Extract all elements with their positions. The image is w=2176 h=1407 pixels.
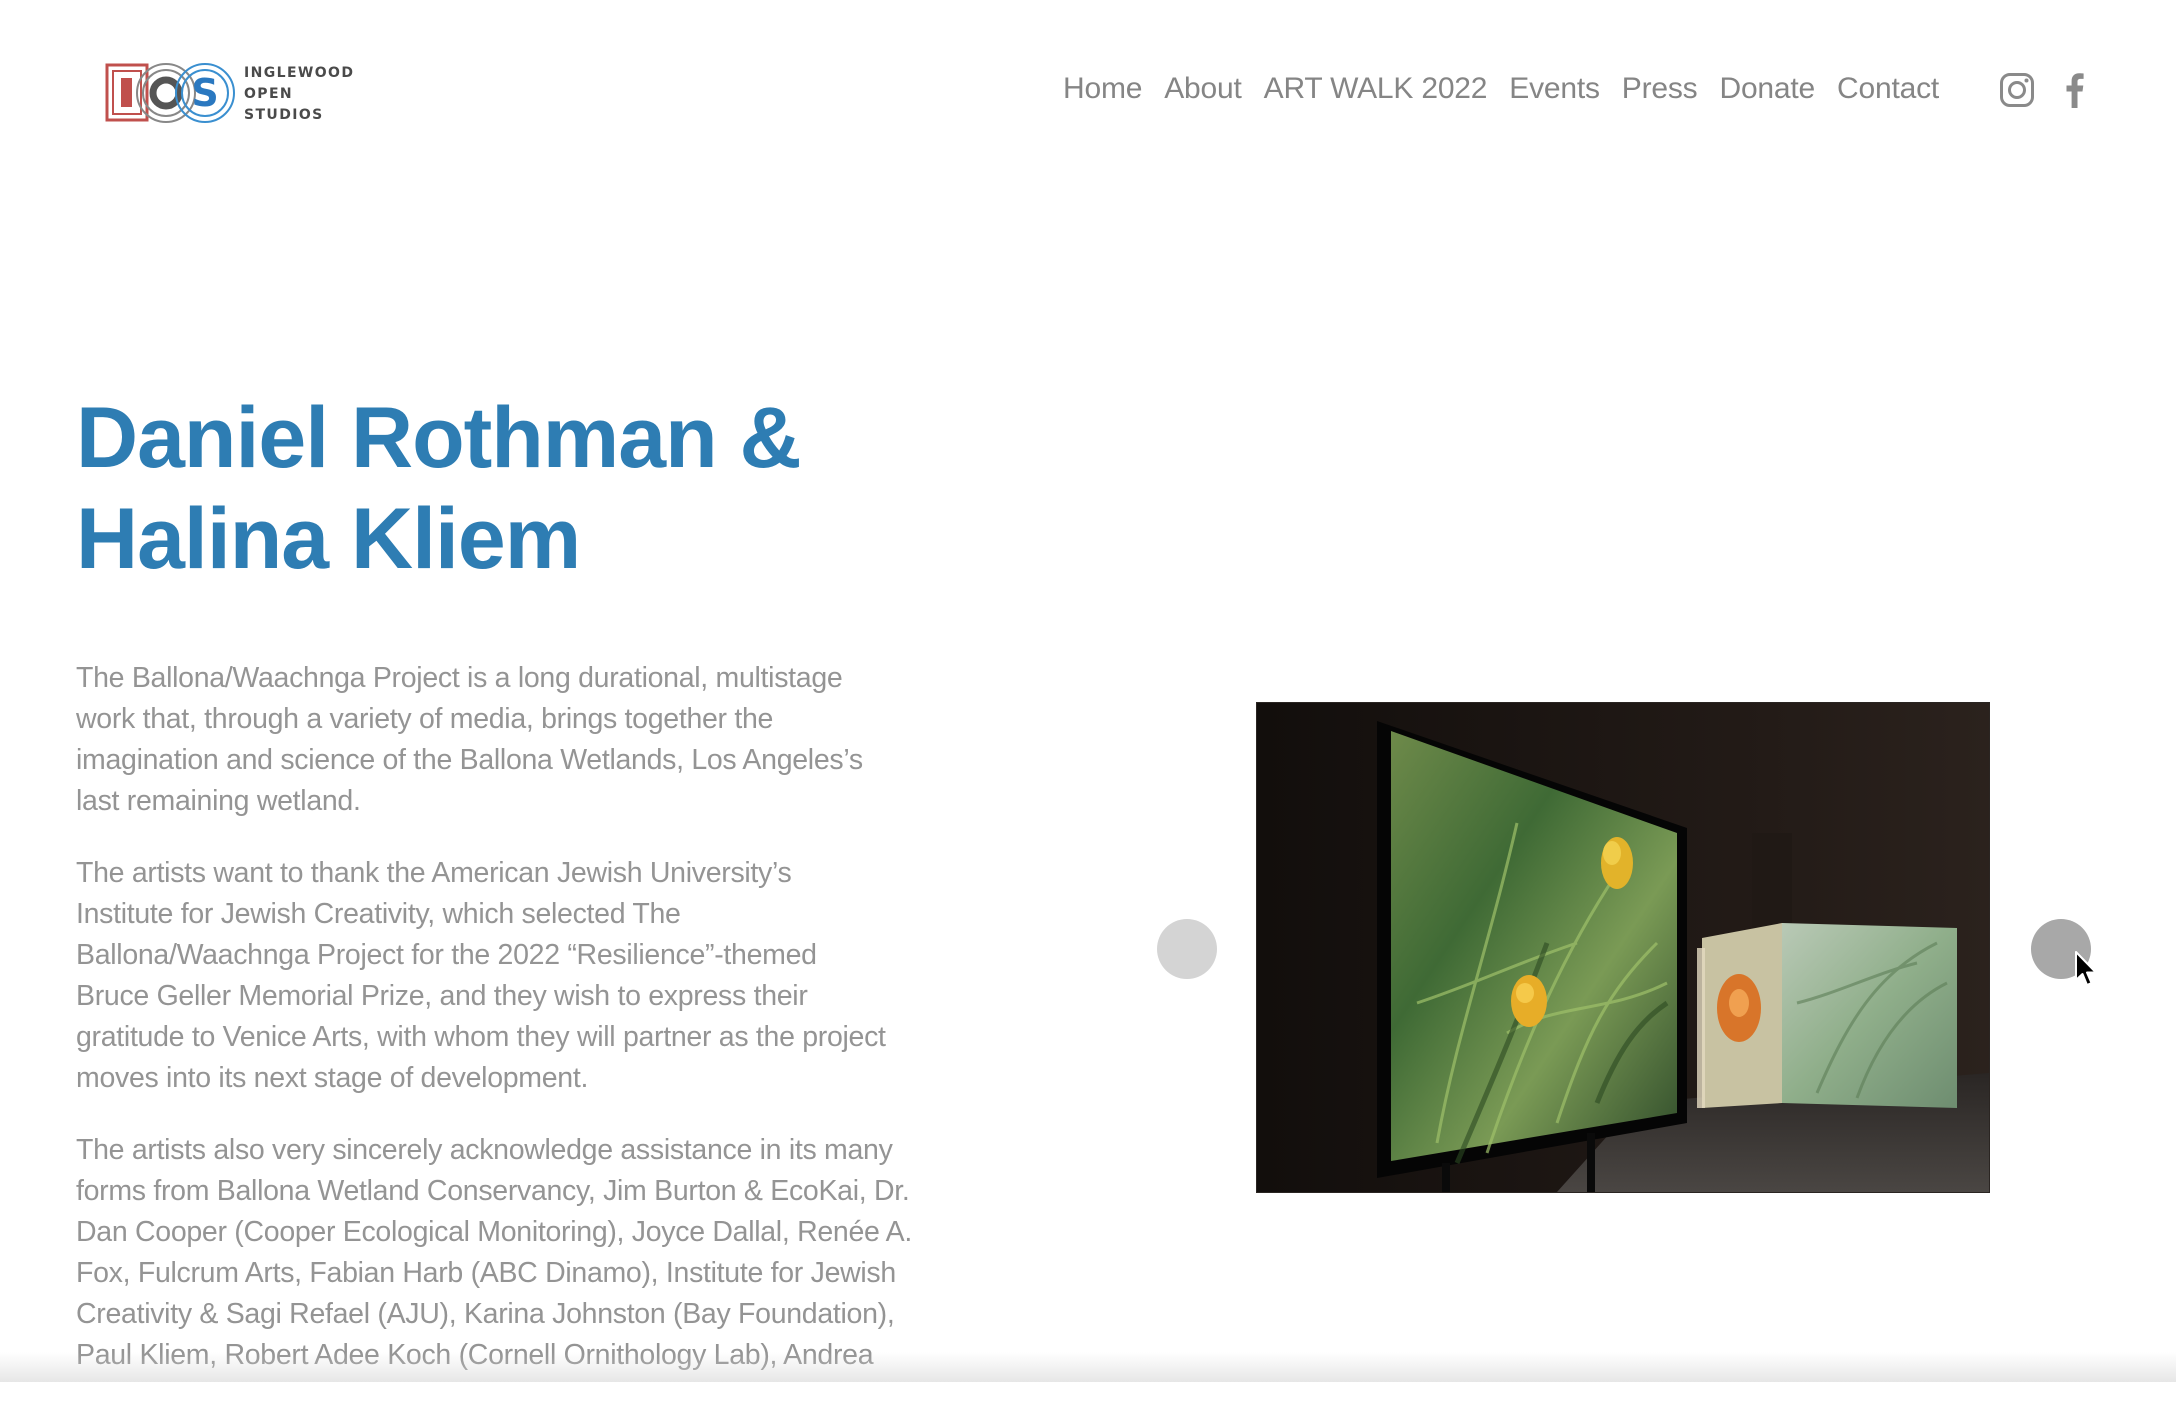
title-line: Daniel Rothman & xyxy=(76,390,802,486)
nav-item-about[interactable]: About xyxy=(1164,72,1242,106)
svg-text:S: S xyxy=(191,71,218,115)
instagram-icon[interactable] xyxy=(1999,72,2035,108)
social-links xyxy=(1999,72,2085,108)
text-line: Fox, Fulcrum Arts, Fabian Harb (ABC Dina… xyxy=(76,1257,896,1289)
slideshow-prev-button[interactable] xyxy=(1157,919,1217,979)
text-line: moves into its next stage of development… xyxy=(76,1062,589,1094)
title-line: Halina Kliem xyxy=(76,491,581,587)
facebook-icon[interactable] xyxy=(2063,72,2085,108)
nav-item-press[interactable]: Press xyxy=(1622,72,1698,106)
paragraph-thanks: The artists want to thank the American J… xyxy=(76,853,976,1099)
text-line: work that, through a variety of media, b… xyxy=(76,703,774,735)
logo-line: OPEN xyxy=(244,86,294,102)
mouse-cursor-icon xyxy=(2075,951,2097,986)
text-line: Creativity & Sagi Refael (AJU), Karina J… xyxy=(76,1298,895,1330)
site-header: S INGLEWOOD OPEN STUDIOS Home About ART … xyxy=(0,0,2176,180)
paragraph-project-intro: The Ballona/Waachnga Project is a long d… xyxy=(76,658,976,822)
nav-item-events[interactable]: Events xyxy=(1509,72,1600,106)
text-line: The artists also very sincerely acknowle… xyxy=(76,1134,893,1166)
slideshow-image xyxy=(1257,703,1989,1192)
text-line: Bruce Geller Memorial Prize, and they wi… xyxy=(76,980,808,1012)
logo-wordmark: INGLEWOOD OPEN STUDIOS xyxy=(244,63,354,126)
logo-line: STUDIOS xyxy=(244,107,324,123)
nav-item-contact[interactable]: Contact xyxy=(1837,72,1939,106)
text-line: The artists want to thank the American J… xyxy=(76,857,792,889)
site-logo[interactable]: S INGLEWOOD OPEN STUDIOS xyxy=(104,58,364,128)
paragraph-acknowledgements: The artists also very sincerely acknowle… xyxy=(76,1130,976,1376)
text-line: The Ballona/Waachnga Project is a long d… xyxy=(76,662,843,694)
text-line: Institute for Jewish Creativity, which s… xyxy=(76,898,681,930)
artist-description: The Ballona/Waachnga Project is a long d… xyxy=(76,658,976,1407)
nav-item-home[interactable]: Home xyxy=(1063,72,1142,106)
logo-mark-icon: S xyxy=(105,63,235,123)
text-line: gratitude to Venice Arts, with whom they… xyxy=(76,1021,886,1053)
text-line: forms from Ballona Wetland Conservancy, … xyxy=(76,1175,910,1207)
installation-photo xyxy=(1257,703,1989,1192)
main-nav: Home About ART WALK 2022 Events Press Do… xyxy=(1063,66,1961,112)
text-line: Dan Cooper (Cooper Ecological Monitoring… xyxy=(76,1216,912,1248)
page-title: Daniel Rothman & Halina Kliem xyxy=(76,388,976,590)
bottom-edge-shadow xyxy=(0,1352,2176,1382)
text-line: Ballona/Waachnga Project for the 2022 “R… xyxy=(76,939,817,971)
text-line: last remaining wetland. xyxy=(76,785,361,817)
logo-line: INGLEWOOD xyxy=(244,65,355,81)
nav-item-donate[interactable]: Donate xyxy=(1719,72,1815,106)
text-line: imagination and science of the Ballona W… xyxy=(76,744,863,776)
image-slideshow xyxy=(1157,700,2091,1200)
nav-item-art-walk-2022[interactable]: ART WALK 2022 xyxy=(1264,72,1488,106)
